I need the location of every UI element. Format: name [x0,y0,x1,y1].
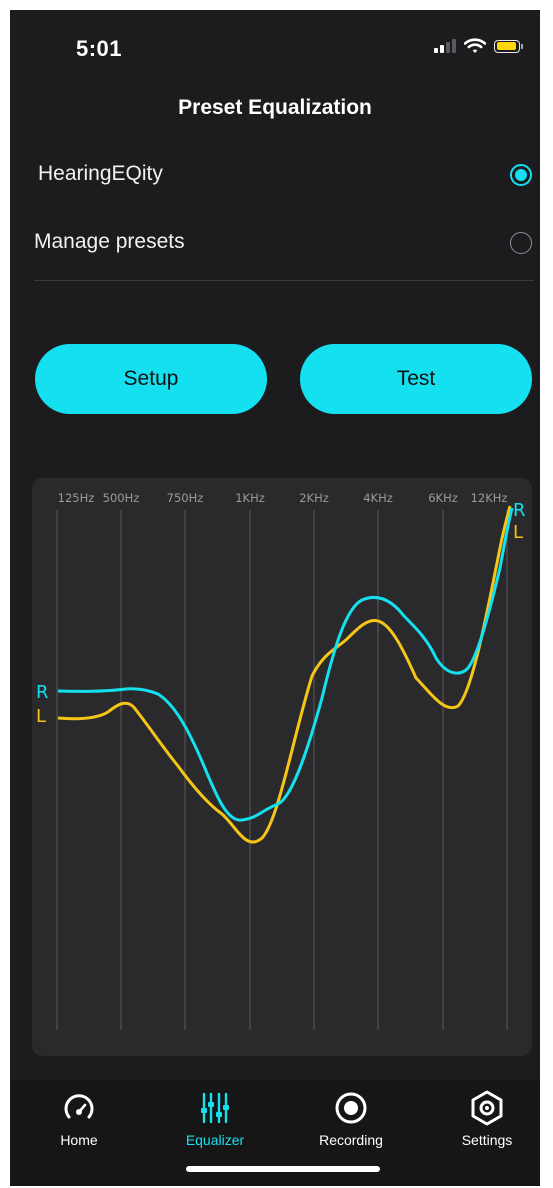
tab-label: Equalizer [185,1132,245,1148]
frequency-label: 6KHz [428,491,458,505]
preset-option-hearingeqity[interactable]: HearingEQity [34,152,534,198]
preset-option-label: HearingEQity [38,162,163,185]
tab-equalizer[interactable]: Equalizer [160,1090,270,1148]
gauge-icon [64,1094,94,1119]
tab-label: Home [60,1132,98,1148]
tab-home[interactable]: Home [24,1090,134,1148]
preset-option-manage-presets[interactable]: Manage presets [34,220,534,266]
right-ear-label-start: R [36,682,49,703]
status-bar: 5:01 [10,10,540,90]
left-ear-label-end: L [513,522,523,543]
left-ear-label-start: L [36,706,46,727]
divider [34,280,534,281]
status-time: 5:01 [76,36,123,61]
signal-icon [434,39,456,53]
page-title: Preset Equalization [178,96,372,119]
frequency-label: 4KHz [363,491,393,505]
test-button[interactable]: Test [300,344,532,414]
sliders-icon [201,1092,229,1124]
home-indicator [186,1166,380,1172]
radio-selected[interactable] [510,164,532,186]
gear-icon [471,1090,503,1126]
record-icon [335,1092,367,1124]
frequency-label: 750Hz [167,491,204,505]
tab-label: Recording [319,1132,383,1148]
app-screen: 5:01 Preset Equalization HearingEQity Ma… [10,10,540,1186]
frequency-label: 1KHz [235,491,265,505]
battery-icon [494,39,523,53]
frequency-label: 500Hz [103,491,140,505]
frequency-label: 12KHz [471,491,508,505]
right-ear-label-end: R [513,500,526,521]
left-ear-curve [57,505,512,844]
frequency-label: 2KHz [299,491,329,505]
tab-settings[interactable]: Settings [432,1090,540,1148]
tab-label: Settings [461,1132,513,1148]
frequency-label: 125Hz [58,491,95,505]
preset-option-label: Manage presets [34,230,185,253]
equalizer-graph: 125Hz 500Hz 750Hz 1KHz 2KHz 4KHz 6KHz 12KHz R L… [32,478,532,1056]
wifi-icon [464,38,486,53]
tab-recording[interactable]: Recording [296,1090,406,1148]
status-icons [434,38,523,54]
radio-unselected[interactable] [510,232,532,254]
setup-button[interactable]: Setup [35,344,267,414]
